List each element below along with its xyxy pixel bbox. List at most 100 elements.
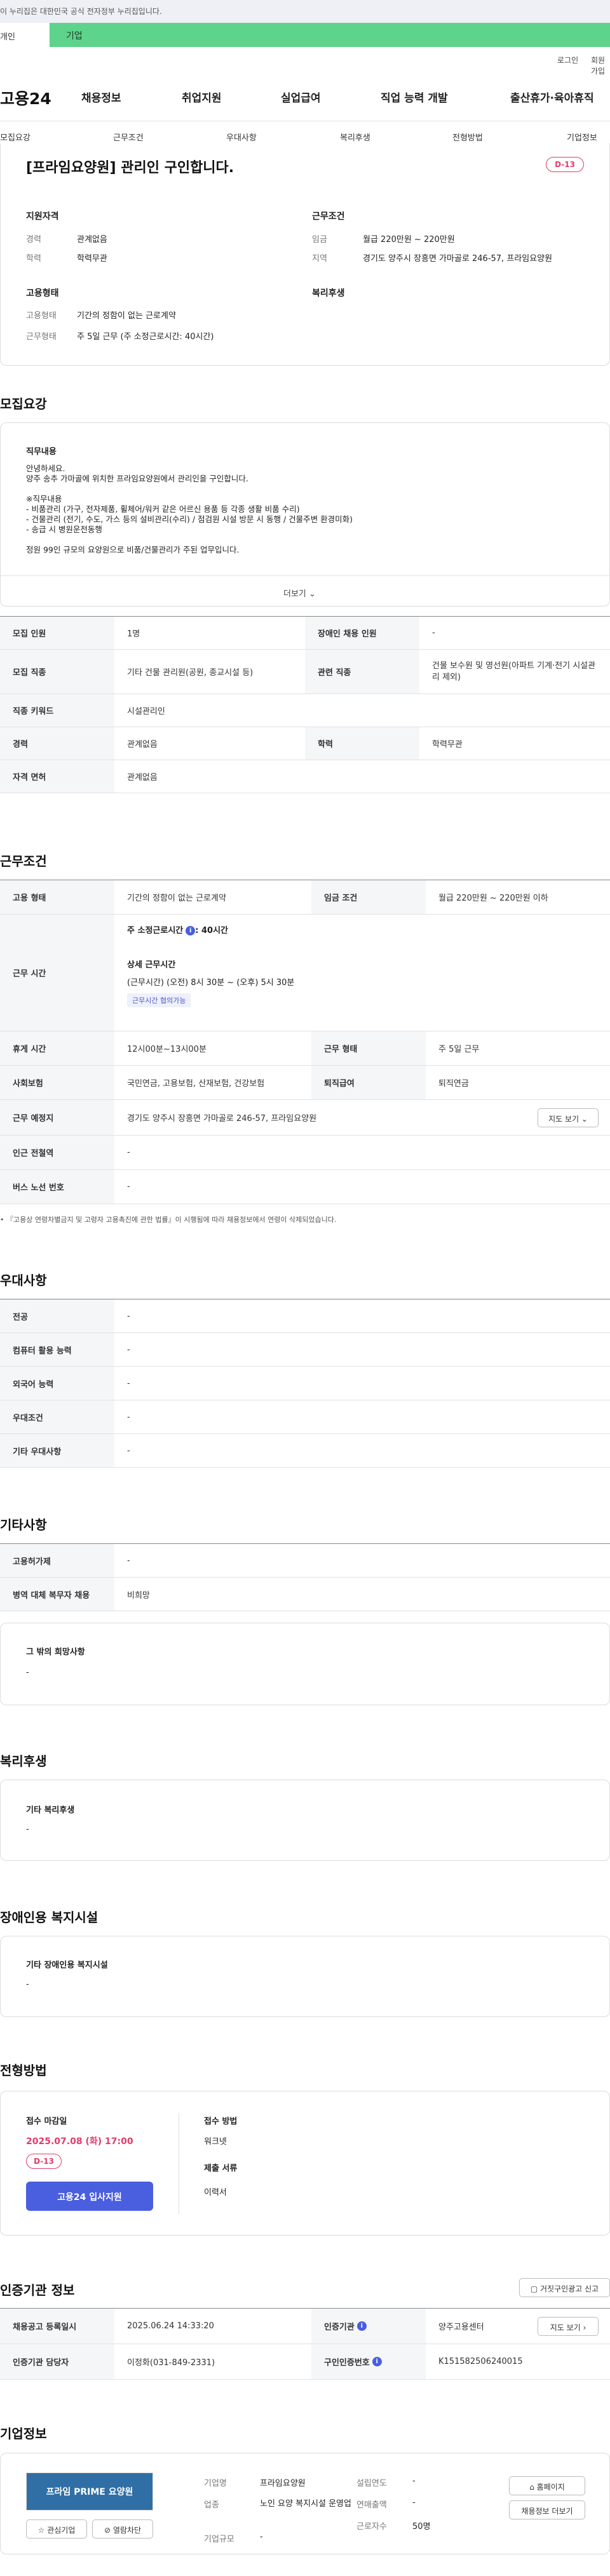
gnb-item-unemployment[interactable]: 실업급여 bbox=[281, 89, 321, 105]
subnav-recruit[interactable]: 모집요강 bbox=[0, 131, 30, 143]
row-key: 사회보험 bbox=[0, 1066, 114, 1099]
map-button[interactable]: 지도 보기 ⌄ bbox=[538, 1108, 599, 1127]
report-button[interactable]: ▢ 거짓구인광고 신고 bbox=[519, 2278, 610, 2297]
other-etc-value: - bbox=[26, 1668, 29, 1677]
std-hours: 주 소정근로시간 i: 40시간 bbox=[127, 923, 228, 936]
row-key: 모집 인원 bbox=[0, 617, 114, 649]
info-icon[interactable]: i bbox=[356, 2321, 367, 2331]
row-key: 장애인 채용 인원 bbox=[305, 617, 419, 649]
duty-line: - 건물관리 (전기, 수도, 가스 등의 설비관리(수리) / 점검원 시설 … bbox=[26, 514, 353, 524]
apply-button[interactable]: 고용24 입사지원 bbox=[26, 2182, 153, 2211]
row-key: 인근 전철역 bbox=[0, 1136, 114, 1169]
homepage-button[interactable]: ⌂ 홈페이지 bbox=[509, 2476, 585, 2495]
subnav-preferred[interactable]: 우대사항 bbox=[226, 131, 257, 143]
table-row: 전공 - bbox=[0, 1299, 610, 1333]
tab-individual-label: 개인 bbox=[0, 32, 15, 42]
agency-org-key: 인증기관 bbox=[324, 2323, 355, 2332]
more-label: 더보기 bbox=[283, 589, 306, 599]
docs-label: 제출 서류 bbox=[204, 2164, 238, 2173]
site-logo[interactable]: 고용24 bbox=[0, 86, 51, 109]
other-etc-card: 그 밖의 희망사항 - bbox=[0, 1623, 610, 1705]
duty-line: 정원 99인 규모의 요양원으로 비품/건물관리가 주된 업무입니다. bbox=[26, 545, 240, 554]
company-est-key: 설립연도 bbox=[356, 2479, 387, 2488]
more-button[interactable]: 더보기 ⌄ bbox=[283, 587, 316, 599]
region-value: 경기도 양주시 장흥면 가마골로 246-57, 프라임요양원 bbox=[363, 254, 553, 264]
table-row: 외국어 능력 - bbox=[0, 1367, 610, 1400]
region-key: 지역 bbox=[312, 254, 327, 264]
welfare-section-title: 복리후생 bbox=[0, 1754, 47, 1769]
row-key: 직종 키워드 bbox=[0, 694, 114, 727]
subnav-company[interactable]: 기업정보 bbox=[567, 131, 597, 143]
method-value: 워크넷 bbox=[204, 2137, 227, 2147]
row-value: 관계없음 bbox=[127, 773, 158, 782]
company-jobs-button[interactable]: 채용정보 더보기 bbox=[509, 2500, 585, 2519]
table-row: 고용 형태 기간의 정함이 없는 근로계약 임금 조건 월급 220만원 ~ 2… bbox=[0, 880, 610, 915]
company-est-value: - bbox=[412, 2476, 416, 2486]
company-scale-key: 기업규모 bbox=[204, 2535, 234, 2544]
disabled-section-title: 장애인용 복지시설 bbox=[0, 1910, 98, 1925]
agency-map-button[interactable]: 지도 보기 › bbox=[538, 2317, 599, 2336]
favorite-button[interactable]: ☆ 관심기업 bbox=[26, 2519, 87, 2539]
agency-map-label: 지도 보기 bbox=[550, 2323, 581, 2332]
row-value: - bbox=[127, 1446, 130, 1456]
duty-line: ※직무내용 bbox=[26, 494, 62, 504]
report-button-label: 거짓구인광고 신고 bbox=[540, 2284, 599, 2293]
gnb-item-leave[interactable]: 출산휴가·육아휴직 bbox=[510, 89, 594, 105]
homepage-label: 홈페이지 bbox=[536, 2483, 565, 2492]
table-row: 근무 예정지 경기도 양주시 장흥면 가마골로 246-57, 프라임요양원 지… bbox=[0, 1100, 610, 1136]
subnav-welfare[interactable]: 복리후생 bbox=[340, 131, 370, 143]
tab-corporate[interactable]: 기업 bbox=[50, 23, 610, 47]
company-emp-value: 50명 bbox=[412, 2522, 431, 2532]
conditions-section-title: 근무조건 bbox=[0, 854, 47, 869]
tab-individual[interactable]: 개인 bbox=[0, 23, 50, 47]
emptype-value: 기간의 정함이 없는 근로계약 bbox=[77, 311, 176, 321]
table-row: 인근 전철역 - bbox=[0, 1136, 610, 1170]
row-value: K151582506240015 bbox=[438, 2357, 523, 2366]
row-key: 컴퓨터 활용 능력 bbox=[0, 1333, 114, 1366]
info-icon[interactable]: i bbox=[186, 926, 196, 936]
duty-text: 안녕하세요. 양주 송추 가마골에 위치한 프라임요양원에서 관리인을 구인합니… bbox=[26, 464, 353, 555]
worktype-key: 근무형태 bbox=[26, 332, 57, 342]
row-key: 우대조건 bbox=[0, 1400, 114, 1433]
row-value: 시설관리인 bbox=[127, 707, 165, 716]
emptype-key: 고용형태 bbox=[26, 311, 57, 321]
more-divider bbox=[1, 575, 609, 576]
subnav-conditions[interactable]: 근무조건 bbox=[113, 131, 144, 143]
welfare-etc-value: - bbox=[26, 1825, 29, 1834]
row-value: - bbox=[127, 1378, 130, 1388]
row-key: 자격 면허 bbox=[0, 760, 114, 793]
join-link[interactable]: 회원가입 bbox=[591, 55, 610, 76]
block-icon: ⊘ bbox=[104, 2526, 111, 2535]
gnb-item-jobs[interactable]: 채용정보 bbox=[81, 89, 121, 105]
info-icon[interactable]: i bbox=[372, 2357, 382, 2366]
row-key: 휴게 시간 bbox=[0, 1031, 114, 1065]
row-key: 모집 직종 bbox=[0, 650, 114, 694]
row-key: 학력 bbox=[305, 727, 419, 760]
disabled-etc-value: - bbox=[26, 1980, 29, 1989]
row-key: 채용공고 등록일시 bbox=[0, 2309, 114, 2344]
table-row: 직종 키워드 시설관리인 bbox=[0, 694, 610, 727]
table-row: 버스 노선 번호 - bbox=[0, 1170, 610, 1204]
table-row: 채용공고 등록일시 2025.06.24 14:33:20 인증기관 i 양주고용… bbox=[0, 2309, 610, 2344]
selection-section-title: 전형방법 bbox=[0, 2063, 47, 2078]
other-section-title: 기타사항 bbox=[0, 1517, 47, 1533]
tab-corporate-label: 기업 bbox=[66, 31, 83, 41]
company-logo: 프라임 PRIME 요양원 bbox=[26, 2472, 153, 2511]
company-card: 프라임 PRIME 요양원 ☆ 관심기업 ⊘ 열람차단 기업명 프라임요양원 업… bbox=[0, 2453, 610, 2554]
row-key: 고용 형태 bbox=[0, 880, 114, 914]
row-value: 주 5일 근무 bbox=[438, 1045, 480, 1054]
other-etc-label: 그 밖의 희망사항 bbox=[26, 1647, 85, 1657]
login-link[interactable]: 로그인 bbox=[557, 55, 578, 65]
block-button[interactable]: ⊘ 열람차단 bbox=[92, 2519, 153, 2539]
company-sales-key: 연매출액 bbox=[356, 2500, 387, 2510]
chevron-down-icon: ⌄ bbox=[581, 1115, 588, 1124]
career-value: 관계없음 bbox=[77, 235, 107, 245]
recruit-section-title: 모집요강 bbox=[0, 396, 47, 412]
block-label: 열람차단 bbox=[112, 2526, 142, 2535]
gnb-item-support[interactable]: 취업지원 bbox=[182, 89, 222, 105]
row-value: 12시00분~13시00분 bbox=[127, 1045, 207, 1054]
subnav-selection[interactable]: 전형방법 bbox=[452, 131, 483, 143]
gnb-item-training[interactable]: 직업 능력 개발 bbox=[381, 89, 448, 105]
row-key: 기타 우대사항 bbox=[0, 1434, 114, 1467]
row-key: 병역 대체 복무자 채용 bbox=[0, 1578, 114, 1611]
